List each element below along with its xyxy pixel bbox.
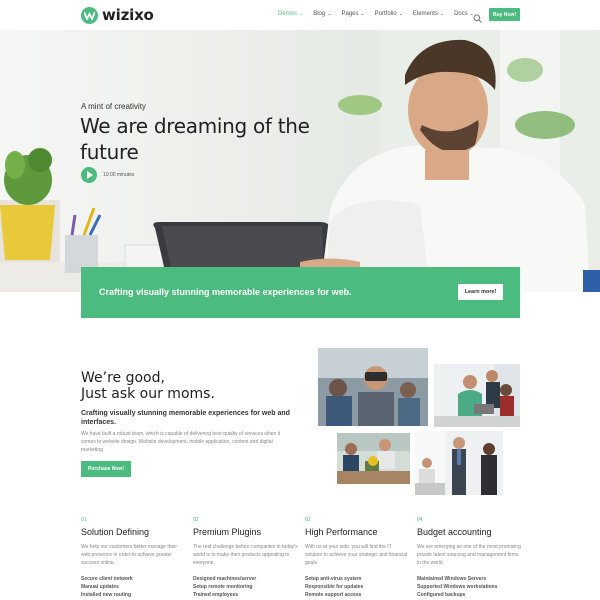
nav-portfolio[interactable]: Portfolio ⌄ (375, 11, 403, 17)
list-item: Setup remote monitoring (193, 584, 253, 590)
feature-title: Premium Plugins (193, 527, 262, 537)
hero-section: A mint of creativity We are dreaming of … (0, 30, 600, 292)
list-item: Remote support access (305, 592, 362, 598)
nav-elements[interactable]: Elements ⌄ (413, 11, 444, 17)
nav-label: Blog (313, 11, 326, 17)
list-item: Trained employees (193, 592, 239, 598)
office-meeting-photo (434, 364, 520, 427)
play-icon[interactable] (81, 167, 97, 183)
feature-list: Setup anti-virus system Responsible for … (305, 575, 410, 599)
nav-label: Portfolio (374, 11, 397, 17)
cta-text: Crafting visually stunning memorable exp… (99, 287, 352, 297)
about-title-line1: We’re good, (81, 370, 165, 386)
nav-label: Demos (278, 11, 298, 17)
list-item: Manual updates (81, 584, 119, 590)
about-subtitle: Crafting visually stunning memorable exp… (81, 410, 290, 426)
list-item: Designed machines/server (193, 576, 257, 582)
logo-text: wizixo (102, 6, 154, 24)
logo[interactable]: wizixo (81, 6, 154, 24)
feature-list: Maintained Windows Servers Supported Win… (417, 575, 522, 599)
list-item: Setup anti-virus system (305, 576, 362, 582)
hero-tagline: A mint of creativity (81, 102, 146, 111)
feature-list: Designed machines/server Setup remote mo… (193, 575, 298, 599)
buy-now-button[interactable]: Buy Now! (489, 8, 520, 21)
learn-more-button[interactable]: Learn more! (458, 284, 503, 300)
feature-card: 04 Budget accounting We are emerging as … (417, 517, 522, 599)
chevron-down-icon: ⌄ (360, 11, 365, 17)
main-nav: Demos ⌄ Blog ⌄ Pages ⌄ Portfolio ⌄ Elements ⌄… (278, 11, 484, 17)
chevron-down-icon: ⌄ (327, 11, 332, 17)
feature-list: Secure client network Manual updates Ins… (81, 575, 186, 599)
nav-demos[interactable]: Demos ⌄ (278, 11, 303, 17)
purchase-now-button[interactable]: Purchase Now! (81, 461, 131, 477)
chevron-down-icon: ⌄ (398, 11, 403, 17)
list-item: Maintained Windows Servers (417, 576, 487, 582)
feature-desc: We help our customers better manage thei… (81, 544, 178, 566)
feature-title: High Performance (305, 527, 378, 537)
about-title: We’re good, Just ask our moms. (81, 370, 215, 402)
list-item: Responsible for updates (305, 584, 364, 590)
video-duration: 10:00 minutes (103, 172, 135, 178)
site-header: wizixo Demos ⌄ Blog ⌄ Pages ⌄ Portfolio ⌄ El… (0, 0, 600, 30)
nav-label: Elements (412, 11, 438, 17)
feature-desc: With us at your side, you will find the … (305, 544, 408, 566)
feature-card: 01 Solution Defining We help our custome… (81, 517, 186, 599)
hero-title: We are dreaming of the future (80, 114, 310, 164)
list-item: Installed new routing (81, 592, 132, 598)
chevron-down-icon: ⌄ (299, 11, 304, 17)
list-item: Secure client network (81, 576, 133, 582)
cta-banner: Crafting visually stunning memorable exp… (81, 267, 520, 318)
about-body: We have built a robust team, which is ca… (81, 431, 281, 453)
feature-number: 03 (305, 517, 311, 523)
search-icon[interactable] (473, 10, 482, 23)
feature-desc: We are emerging as one of the most promi… (417, 544, 521, 566)
business-talk-photo (415, 431, 503, 495)
feature-card: 03 High Performance With us at your side… (305, 517, 410, 599)
list-item: Supported Windows workstations (417, 584, 498, 590)
feature-title: Solution Defining (81, 527, 150, 537)
nav-blog[interactable]: Blog ⌄ (313, 11, 331, 17)
about-title-line2: Just ask our moms. (81, 386, 215, 402)
feature-card: 02 Premium Plugins The real challenge be… (193, 517, 298, 599)
list-item: Configured backups (417, 592, 466, 598)
nav-docs[interactable]: Docs ⌄ (454, 11, 474, 17)
nav-pages[interactable]: Pages ⌄ (341, 11, 364, 17)
logo-mark-icon (81, 6, 98, 24)
feature-title: Budget accounting (417, 527, 492, 537)
feature-number: 01 (81, 517, 87, 523)
feature-desc: The real challenge before companies in t… (193, 544, 298, 566)
feature-number: 04 (417, 517, 423, 523)
nav-label: Pages (341, 11, 359, 17)
chevron-down-icon: ⌄ (439, 11, 445, 17)
feature-number: 02 (193, 517, 199, 523)
nav-label: Docs (454, 11, 468, 17)
team-desk-photo (337, 433, 410, 484)
team-vr-photo (318, 348, 428, 426)
